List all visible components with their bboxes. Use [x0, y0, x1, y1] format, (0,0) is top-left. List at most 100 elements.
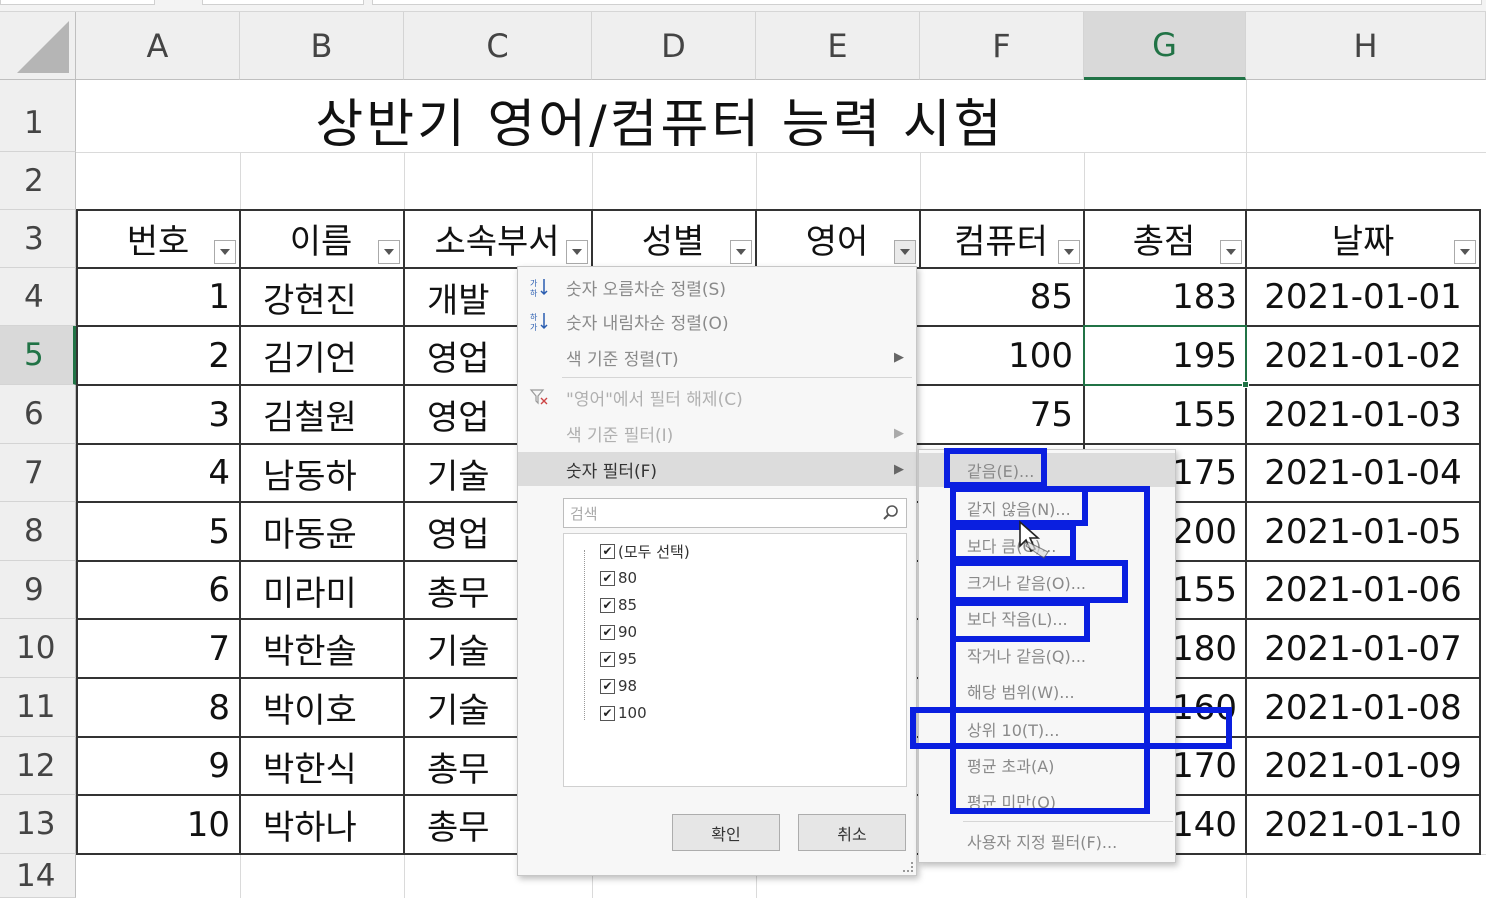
column-header-e[interactable]: E: [756, 12, 920, 80]
select-all-corner[interactable]: [0, 12, 76, 80]
row-header-11[interactable]: 11: [0, 678, 76, 737]
column-header-c[interactable]: C: [404, 12, 592, 80]
column-header-b[interactable]: B: [240, 12, 404, 80]
cell-department[interactable]: 총무: [405, 737, 517, 795]
cell-date[interactable]: 2021-01-01: [1247, 268, 1479, 326]
menu-sort-descending[interactable]: 하가 숫자 내림차순 정렬(O): [518, 304, 916, 338]
cell-number[interactable]: 8: [78, 678, 238, 737]
cell-number[interactable]: 7: [78, 619, 238, 678]
sheet-title[interactable]: 상반기 영어/컴퓨터 능력 시험: [160, 86, 1160, 155]
cell-name[interactable]: 미라미: [241, 561, 403, 619]
cell-date[interactable]: 2021-01-04: [1247, 444, 1479, 502]
cell-date[interactable]: 2021-01-05: [1247, 502, 1479, 561]
filter-dropdown-english[interactable]: [894, 240, 916, 264]
column-header-g[interactable]: G: [1084, 12, 1246, 80]
filter-search-input[interactable]: 검색: [563, 498, 907, 528]
cell-department[interactable]: 기술: [405, 619, 517, 678]
cell-name[interactable]: 박한식: [241, 737, 403, 795]
cell-number[interactable]: 10: [78, 795, 238, 854]
cell-date[interactable]: 2021-01-09: [1247, 737, 1479, 795]
row-header-2[interactable]: 2: [0, 152, 76, 210]
checkbox-value[interactable]: ✔ 90: [600, 620, 637, 644]
row-header-13[interactable]: 13: [0, 795, 76, 854]
row-header-7[interactable]: 7: [0, 444, 76, 502]
cell-total[interactable]: 155: [1085, 385, 1245, 444]
cell-name[interactable]: 박하나: [241, 795, 403, 854]
cell-number[interactable]: 2: [78, 326, 238, 385]
cell-date[interactable]: 2021-01-07: [1247, 619, 1479, 678]
cell-date[interactable]: 2021-01-10: [1247, 795, 1479, 854]
name-box[interactable]: [0, 0, 155, 5]
cell-computer[interactable]: 85: [921, 268, 1081, 326]
active-cell-g5[interactable]: [1083, 325, 1247, 386]
column-header-f[interactable]: F: [920, 12, 1084, 80]
filter-dropdown-date[interactable]: [1454, 240, 1476, 264]
row-header-14[interactable]: 14: [0, 854, 76, 898]
cell-computer[interactable]: 75: [921, 385, 1081, 444]
row-header-5[interactable]: 5: [0, 326, 76, 385]
checkbox-value[interactable]: ✔ 100: [600, 701, 647, 725]
cell-name[interactable]: 마동윤: [241, 502, 403, 561]
column-header-h[interactable]: H: [1246, 12, 1486, 80]
cell-name[interactable]: 남동하: [241, 444, 403, 502]
checkbox-value[interactable]: ✔ 98: [600, 674, 637, 698]
row-header-8[interactable]: 8: [0, 502, 76, 561]
row-header-10[interactable]: 10: [0, 619, 76, 678]
menu-filter-by-color[interactable]: 색 기준 필터(I) ▶: [518, 416, 916, 450]
menu-clear-filter[interactable]: "영어"에서 필터 해제(C): [518, 380, 916, 414]
cell-computer[interactable]: 100: [921, 326, 1081, 385]
cell-number[interactable]: 5: [78, 502, 238, 561]
filter-dropdown-department[interactable]: [566, 240, 588, 264]
row-header-6[interactable]: 6: [0, 385, 76, 444]
filter-dropdown-gender[interactable]: [730, 240, 752, 264]
cell-department[interactable]: 기술: [405, 678, 517, 737]
submenu-custom-filter[interactable]: 사용자 지정 필터(F)...: [919, 824, 1175, 858]
cell-department[interactable]: 총무: [405, 795, 517, 854]
cell-number[interactable]: 4: [78, 444, 238, 502]
checkbox-value[interactable]: ✔ 80: [600, 566, 637, 590]
cell-name[interactable]: 박이호: [241, 678, 403, 737]
row-header-12[interactable]: 12: [0, 737, 76, 795]
cell-number[interactable]: 1: [78, 268, 238, 326]
cell-department[interactable]: 영업: [405, 326, 517, 385]
fill-handle[interactable]: [1242, 381, 1249, 388]
cell-department[interactable]: 영업: [405, 385, 517, 444]
cell-date[interactable]: 2021-01-06: [1247, 561, 1479, 619]
menu-sort-by-color[interactable]: 색 기준 정렬(T) ▶: [518, 340, 916, 374]
filter-dropdown-name[interactable]: [378, 240, 400, 264]
checkbox-select-all[interactable]: ✔ (모두 선택): [600, 539, 690, 563]
formula-controls[interactable]: [202, 0, 364, 5]
filter-dropdown-number[interactable]: [214, 240, 236, 264]
checkbox-value[interactable]: ✔ 85: [600, 593, 637, 617]
cell-name[interactable]: 박한솔: [241, 619, 403, 678]
row-header-3[interactable]: 3: [0, 210, 76, 268]
checkbox-value[interactable]: ✔ 95: [600, 647, 637, 671]
cell-total[interactable]: 183: [1085, 268, 1245, 326]
column-header-d[interactable]: D: [592, 12, 756, 80]
cell-date[interactable]: 2021-01-08: [1247, 678, 1479, 737]
cell-date[interactable]: 2021-01-03: [1247, 385, 1479, 444]
cell-name[interactable]: 김기언: [241, 326, 403, 385]
row-header-9[interactable]: 9: [0, 561, 76, 619]
cell-name[interactable]: 강현진: [241, 268, 403, 326]
menu-number-filter[interactable]: 숫자 필터(F) ▶: [518, 452, 916, 486]
filter-dropdown-computer[interactable]: [1058, 240, 1080, 264]
row-header-4[interactable]: 4: [0, 268, 76, 326]
filter-value-list[interactable]: ✔ (모두 선택) ✔ 80 ✔ 85 ✔ 90 ✔ 95 ✔ 98 ✔ 100: [563, 533, 907, 787]
cell-department[interactable]: 개발: [405, 268, 517, 326]
formula-input[interactable]: [372, 0, 1482, 5]
cell-department[interactable]: 총무: [405, 561, 517, 619]
cell-date[interactable]: 2021-01-02: [1247, 326, 1479, 385]
ok-button[interactable]: 확인: [672, 814, 780, 851]
row-header-1[interactable]: 1: [0, 80, 76, 152]
cancel-button[interactable]: 취소: [798, 814, 906, 851]
cell-number[interactable]: 3: [78, 385, 238, 444]
menu-sort-ascending[interactable]: 가하 숫자 오름차순 정렬(S): [518, 270, 916, 304]
column-header-a[interactable]: A: [76, 12, 240, 80]
cell-department[interactable]: 기술: [405, 444, 517, 502]
filter-dropdown-total[interactable]: [1220, 240, 1242, 264]
cell-name[interactable]: 김철원: [241, 385, 403, 444]
cell-number[interactable]: 6: [78, 561, 238, 619]
cell-number[interactable]: 9: [78, 737, 238, 795]
resize-grip-icon[interactable]: [903, 862, 913, 872]
